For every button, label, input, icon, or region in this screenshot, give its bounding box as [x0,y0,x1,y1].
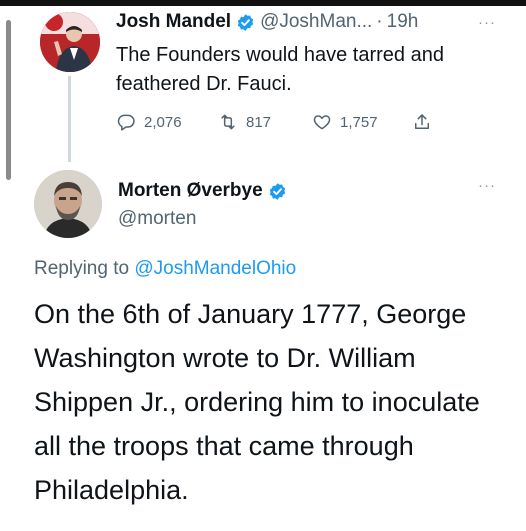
avatar-morten-overbye[interactable] [34,170,102,238]
parent-tweet-actions: 2,076 817 1,757 [116,112,432,132]
avatar-josh-mandel[interactable] [40,12,100,72]
reply-tweet-text: On the 6th of January 1777, George Washi… [34,299,480,505]
parent-tweet-header: Josh Mandel @JoshMan... · 19h [116,11,418,33]
reply-icon [117,114,135,131]
replying-to-line: Replying to @JoshMandelOhio [34,258,296,280]
tweet-timestamp[interactable]: 19h [387,11,419,33]
avatar-image [34,170,102,238]
author-handle[interactable]: @morten [118,208,196,230]
more-options-icon[interactable]: ··· [478,177,496,194]
reply-tweet-header: Morten Øverbye [118,180,292,202]
author-display-name[interactable]: Morten Øverbye [118,180,263,202]
retweet-icon [221,114,235,130]
author-display-name[interactable]: Josh Mandel [116,11,231,33]
verified-badge-icon [269,182,285,200]
avatar-image [40,12,100,72]
reply-count: 2,076 [144,113,182,131]
replying-to-label: Replying to [34,258,130,279]
retweet-button[interactable]: 817 [218,112,312,132]
heart-icon [313,115,331,130]
retweet-count: 817 [246,113,272,131]
like-button[interactable]: 1,757 [312,112,412,132]
reply-button[interactable]: 2,076 [116,112,218,132]
separator-dot: · [376,11,383,32]
like-count: 1,757 [340,113,378,131]
thread-connector-line [68,76,71,162]
author-handle[interactable]: @JoshMan... [260,11,372,33]
parent-tweet-text: The Founders would have tarred and feath… [116,44,444,95]
share-button[interactable] [412,112,432,132]
scroll-indicator[interactable] [6,20,11,180]
replying-to-mention-link[interactable]: @JoshMandelOhio [134,258,296,279]
verified-badge-icon [237,13,254,31]
top-edge-bar [0,0,526,6]
more-options-icon[interactable]: ··· [478,14,496,31]
share-icon [415,114,429,129]
